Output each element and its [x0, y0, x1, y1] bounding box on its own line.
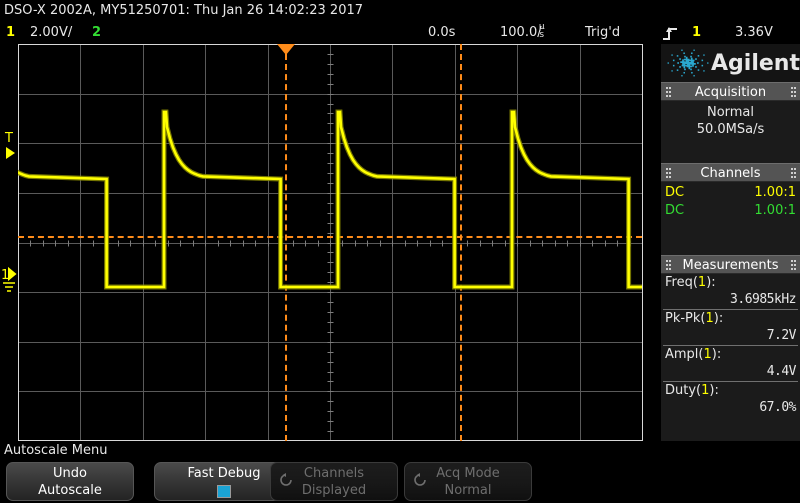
acq-mode-button[interactable]: Acq Mode Normal	[404, 462, 532, 501]
channel1-coupling: DC	[665, 185, 685, 200]
channel2-coupling: DC	[665, 203, 685, 218]
channel-row[interactable]: DC 1.00:1	[661, 184, 800, 202]
softkey-bar: Undo Autoscale Fast Debug Channels Displayed…	[0, 460, 800, 503]
channel1-trace	[18, 109, 642, 290]
waveform-display[interactable]: T 1	[0, 44, 660, 441]
measurements-section-body: Freq(1): 3.6985kHz Pk-Pk(1): 7.2V Ampl(1): 4.…	[661, 274, 800, 417]
oscilloscope-screen: DSO-X 2002A, MY51250701: Thu Jan 26 14:0…	[0, 0, 800, 503]
status-channel1-scale[interactable]: 2.00V/	[30, 22, 72, 44]
measurement-value: 7.2V	[766, 328, 797, 343]
measurement-label: Pk-Pk(1):	[665, 311, 724, 326]
channels-section-body: DC 1.00:1 DC 1.00:1	[661, 182, 800, 255]
measurement-source: 1	[697, 275, 707, 290]
status-channel2-label[interactable]: 2	[92, 22, 101, 44]
grip-left-icon	[666, 260, 671, 271]
channels-header-label: Channels	[700, 166, 761, 181]
instrument-title-bar: DSO-X 2002A, MY51250701: Thu Jan 26 14:0…	[0, 0, 800, 22]
fast-debug-toggle-swatch[interactable]	[217, 485, 231, 498]
agilent-starburst-logo	[667, 49, 709, 77]
brand-name: Agilent	[711, 50, 800, 76]
status-trigger-source[interactable]: 1	[692, 22, 701, 44]
measurement-item[interactable]: Pk-Pk(1): 7.2V	[661, 310, 800, 345]
status-timebase[interactable]: 100.0 µ s /	[500, 22, 545, 44]
measurement-label: Freq(1):	[665, 275, 716, 290]
menu-title: Autoscale Menu	[0, 441, 800, 460]
measurement-item[interactable]: Duty(1): 67.0%	[661, 382, 800, 417]
undo-autoscale-button[interactable]: Undo Autoscale	[6, 462, 134, 501]
brand-row: Agilent	[661, 44, 800, 82]
softkey-line2: Displayed	[301, 483, 367, 498]
timebase-value: 100.0	[500, 25, 538, 40]
measurements-header-label: Measurements	[682, 258, 779, 273]
measurement-label: Duty(1):	[665, 383, 719, 398]
measurements-section-header[interactable]: Measurements	[661, 255, 800, 274]
status-trigger-level[interactable]: 3.36V	[735, 22, 773, 44]
channels-section-header[interactable]: Channels	[661, 163, 800, 182]
measurement-value: 3.6985kHz	[730, 292, 796, 307]
softkey-line2: Normal	[444, 483, 492, 498]
softkey-line1: Channels	[303, 466, 365, 481]
grip-left-icon	[666, 168, 671, 179]
measurement-source: 1	[705, 311, 714, 326]
channel-row[interactable]: DC 1.00:1	[661, 202, 800, 220]
acquisition-section-header[interactable]: Acquisition	[661, 82, 800, 101]
status-bar: 1 2.00V/ 2 0.0s 100.0 µ s / Trig'd 1 3.36V	[0, 22, 800, 44]
grip-left-icon	[666, 87, 671, 98]
softkey-line2: Autoscale	[38, 483, 102, 498]
softkey-line1: Undo	[53, 466, 87, 481]
measurement-value: 4.4V	[766, 364, 797, 379]
acquisition-header-label: Acquisition	[694, 85, 767, 100]
grip-right-icon	[791, 168, 796, 179]
acquisition-mode: Normal	[706, 105, 755, 120]
rising-edge-icon[interactable]	[662, 26, 678, 41]
acquisition-section-body: Normal 50.0MSa/s	[661, 101, 800, 163]
timebase-micro-seconds: µs	[537, 22, 546, 40]
measurement-label: Ampl(1):	[665, 347, 722, 362]
channel1-probe: 1.00:1	[754, 185, 796, 200]
measurement-item[interactable]: Ampl(1): 4.4V	[661, 346, 800, 381]
status-channel1-label[interactable]: 1	[6, 22, 15, 44]
timebase-s: s	[539, 30, 545, 40]
measurement-item[interactable]: Freq(1): 3.6985kHz	[661, 274, 800, 309]
acquisition-sample-rate: 50.0MSa/s	[696, 122, 765, 137]
measurement-source: 1	[701, 383, 710, 398]
grip-right-icon	[791, 87, 796, 98]
measurement-source: 1	[703, 347, 712, 362]
status-trigger-state: Trig'd	[585, 25, 621, 40]
measurement-value: 67.0%	[759, 400, 796, 415]
channel2-probe: 1.00:1	[754, 203, 796, 218]
channels-displayed-button[interactable]: Channels Displayed	[270, 462, 398, 501]
status-delay[interactable]: 0.0s	[428, 22, 455, 44]
side-information-panel: Agilent Acquisition Normal 50.0MSa/s Cha…	[660, 44, 800, 441]
softkey-line1: Acq Mode	[436, 466, 500, 481]
grip-right-icon	[791, 260, 796, 271]
